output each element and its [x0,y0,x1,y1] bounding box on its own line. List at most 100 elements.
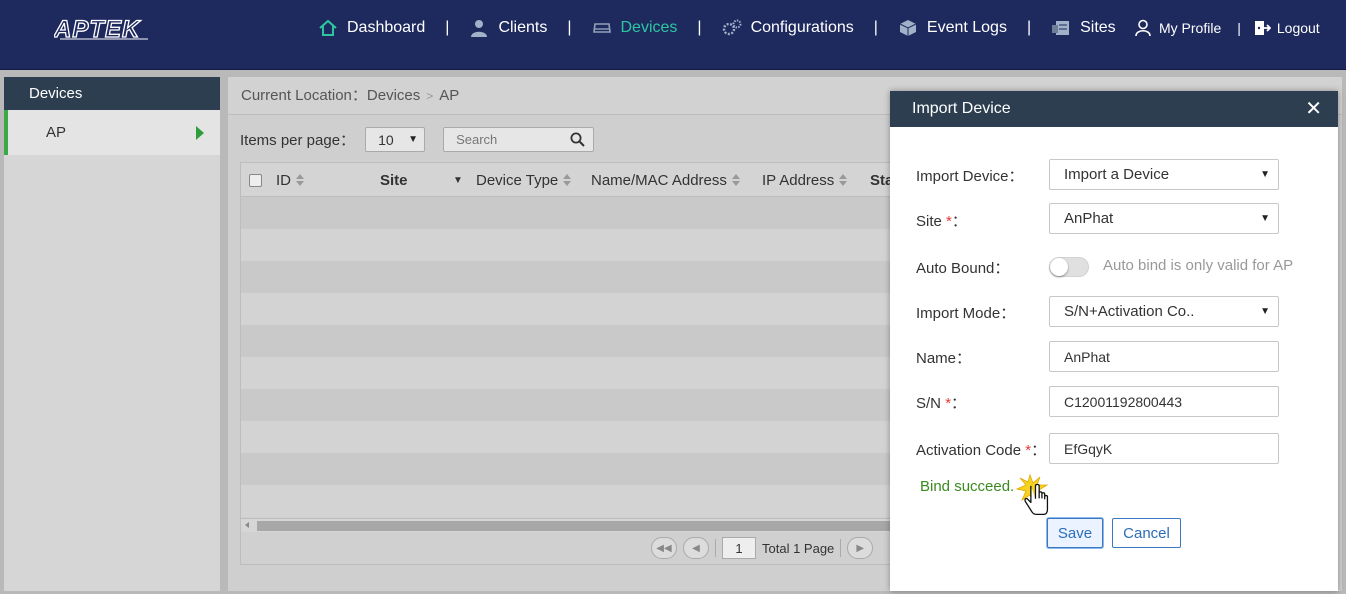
search-input[interactable]: Search [443,127,595,152]
sort-icon [563,174,572,186]
chevron-down-icon: ▼ [408,134,419,145]
search-placeholder: Search [456,132,498,147]
nav-separator: | [445,19,450,36]
search-icon[interactable] [570,132,585,147]
svg-text:APTEK: APTEK [54,16,141,42]
page-number-input[interactable]: 1 [722,537,756,559]
gears-icon [722,19,742,36]
nav-label: Devices [620,19,678,36]
scrollbar-thumb[interactable] [257,521,897,531]
table-row [241,197,899,229]
sidebar-item-label: AP [46,124,67,141]
logout-icon [1254,21,1271,35]
sidebar: Devices AP [4,77,220,591]
breadcrumb-ap: AP [439,87,460,104]
column-label: Device Type [476,171,559,189]
cancel-button[interactable]: Cancel [1112,518,1181,548]
auto-bound-toggle[interactable] [1049,257,1089,277]
device-icon [592,23,611,33]
sn-label-text: S/N [916,395,942,412]
logout-link[interactable]: Logout [1253,19,1320,37]
auto-bound-label: Auto Bound： [916,260,1010,277]
label-colon: ： [951,395,967,412]
import-mode-label: Import Mode： [916,305,1016,322]
chevron-down-icon: ▼ [1260,306,1270,317]
aptek-logo[interactable]: APTEK [54,16,152,42]
breadcrumb-separator: > [426,89,434,103]
table-row [241,261,899,293]
activation-code-field[interactable] [1049,433,1279,464]
column-label: Site [380,171,408,189]
cube-icon [899,20,917,36]
site-label: Site *： [916,210,967,231]
column-ip-address[interactable]: IP Address [762,163,848,197]
import-mode-value: S/N+Activation Co.. [1064,303,1195,320]
column-label: Name/MAC Address [591,171,727,189]
double-chevron-left-icon: ◀◀ [656,542,672,554]
site-select[interactable]: AnPhat ▼ [1049,203,1279,234]
column-device-type[interactable]: Device Type [476,163,572,197]
sort-icon [296,174,305,186]
first-page-button[interactable]: ◀◀ [651,537,677,559]
column-id[interactable]: ID [276,163,305,197]
table-row [241,421,899,453]
name-field[interactable] [1049,341,1279,372]
nav-separator: | [697,19,702,36]
nav-event-logs[interactable]: Event Logs [898,19,1007,37]
table-row [241,357,899,389]
items-per-page-select[interactable]: 10 ▼ [365,127,426,152]
next-page-button[interactable]: ▶ [847,537,874,559]
table-row [241,453,899,485]
profile-icon [1135,19,1151,37]
column-site[interactable]: Site [380,163,408,197]
table-row [241,293,899,325]
sn-field[interactable] [1049,386,1279,417]
user-nav: My Profile | Logout [1134,0,1320,56]
nav-separator: | [567,19,572,36]
prev-page-button[interactable]: ◀ [683,537,709,559]
activation-code-input[interactable] [1064,440,1270,457]
sidebar-item-ap[interactable]: AP [4,110,220,155]
table-body [241,197,899,517]
nav-clients[interactable]: Clients [469,19,547,37]
sort-icon [731,174,741,186]
table-header: ID Site ▼ Device Type Name/MAC Address I… [241,163,899,197]
nav-devices[interactable]: Devices [592,19,678,37]
sn-input[interactable] [1064,393,1270,410]
my-profile-link[interactable]: My Profile [1134,19,1221,37]
import-device-select[interactable]: Import a Device ▼ [1049,159,1279,190]
logout-label: Logout [1276,20,1320,36]
chevron-down-icon: ▼ [1260,169,1270,180]
sn-label: S/N *： [916,392,966,413]
close-icon[interactable]: ✕ [1305,91,1322,127]
nav-sites[interactable]: Sites [1051,19,1116,37]
nav-label: Event Logs [926,19,1007,36]
select-all-checkbox[interactable] [249,163,262,197]
checkbox-icon [249,173,262,187]
save-button[interactable]: Save [1047,518,1103,548]
table-row [241,229,899,261]
nav-separator: | [1237,20,1241,36]
breadcrumb-devices[interactable]: Devices [367,87,420,104]
nav-label: Configurations [750,19,854,36]
activation-label-text: Activation Code [916,442,1022,459]
table-row [241,485,899,517]
chevron-left-icon: ◀ [692,542,700,554]
column-name-mac[interactable]: Name/MAC Address [591,163,741,197]
horizontal-scrollbar[interactable] [241,518,899,532]
import-mode-select[interactable]: S/N+Activation Co.. ▼ [1049,296,1279,327]
nav-configurations[interactable]: Configurations [722,19,854,37]
nav-dashboard[interactable]: Dashboard [318,19,425,37]
site-filter-caret[interactable]: ▼ [453,163,463,197]
auto-bound-hint: Auto bind is only valid for AP [1103,257,1294,274]
name-input[interactable] [1064,348,1270,365]
dialog-title: Import Device [912,100,1011,117]
table-toolbar: Items per page： 10 ▼ Search [240,127,595,152]
import-device-label: Import Device： [916,168,1024,185]
nav-label: Clients [498,19,548,36]
import-device-dialog: Import Device ✕ Import Device： Import a … [890,91,1338,591]
scroll-left-icon[interactable] [245,522,249,528]
import-device-value: Import a Device [1064,166,1170,183]
main-nav: Dashboard | Clients | Devices | Configur… [318,0,1116,56]
nav-separator: | [873,19,878,36]
